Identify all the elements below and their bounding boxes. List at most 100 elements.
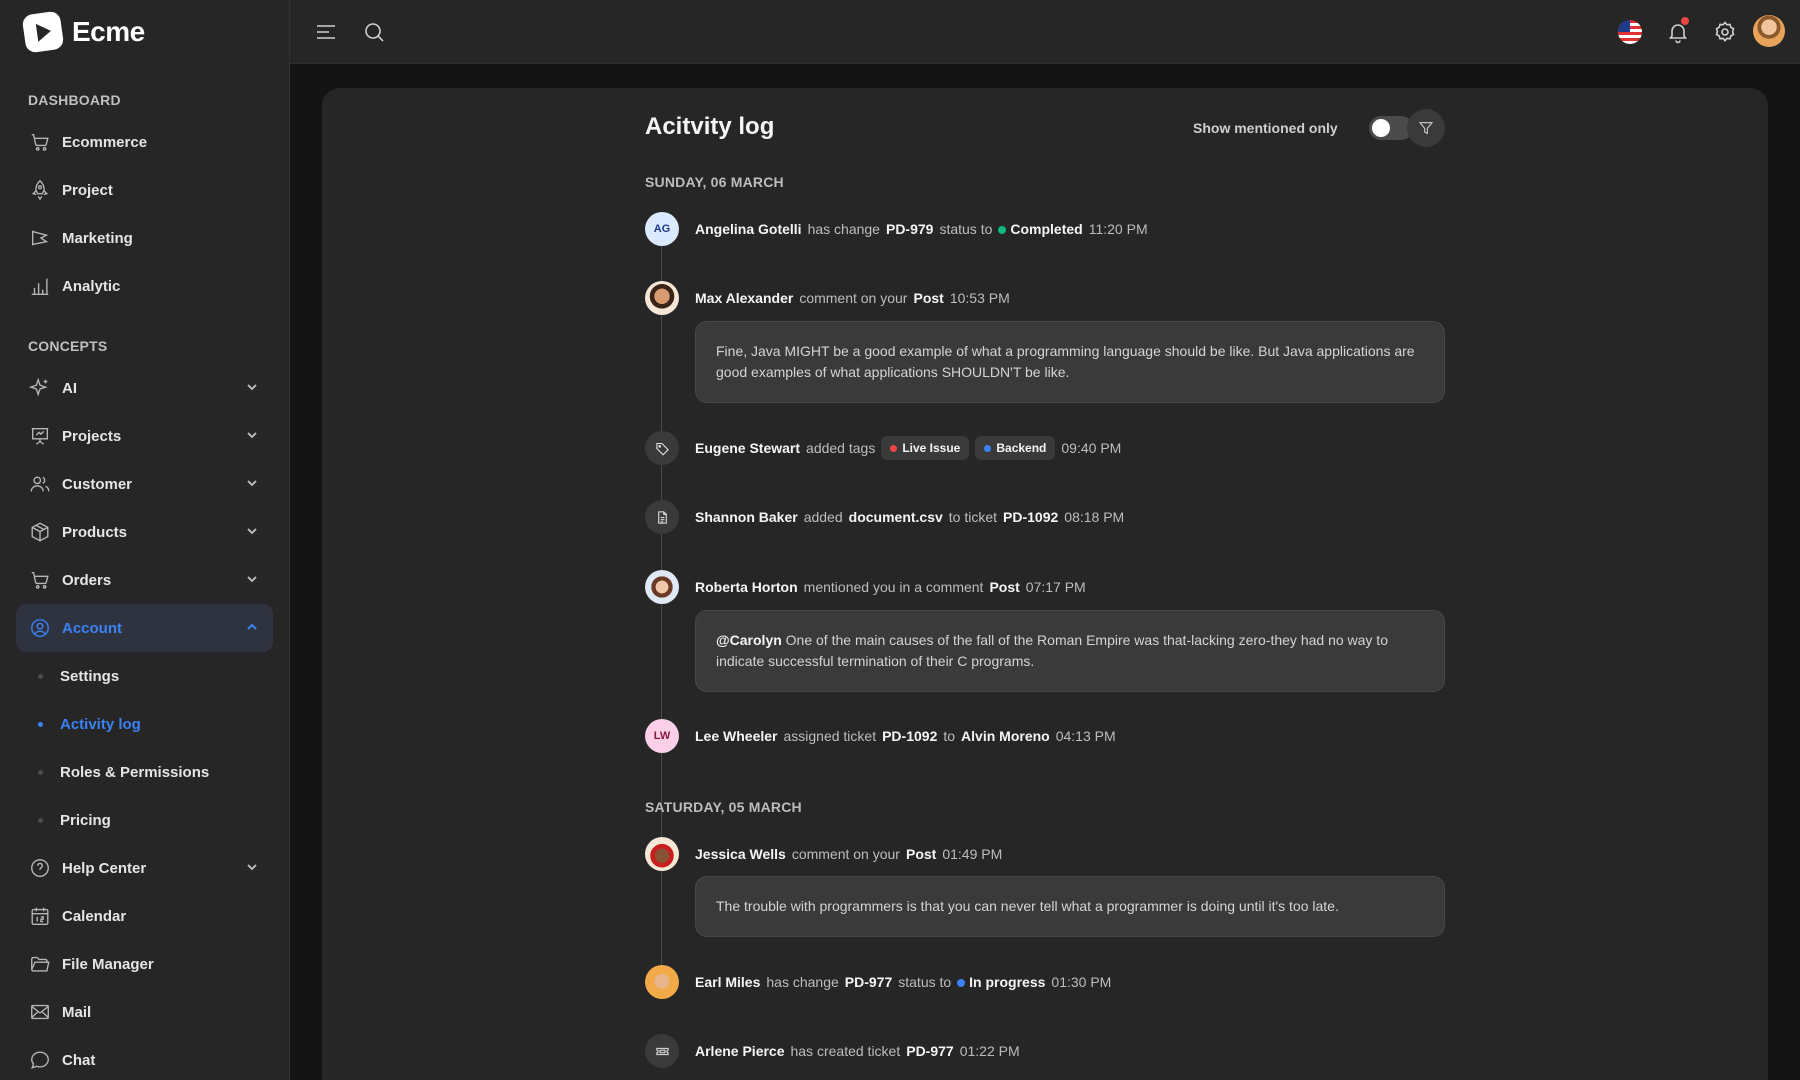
chat-icon xyxy=(28,1048,52,1072)
sidebar-subitem-settings[interactable]: Settings xyxy=(16,652,273,700)
post-link[interactable]: Post xyxy=(989,579,1019,595)
users-icon xyxy=(28,472,52,496)
sidebar: Ecme DASHBOARD Ecommerce Project Marketi… xyxy=(0,0,290,1080)
activity-action: added tags xyxy=(806,440,876,456)
post-link[interactable]: Post xyxy=(913,290,943,306)
activity-action: added xyxy=(803,509,843,525)
user-name[interactable]: Arlene Pierce xyxy=(695,1043,785,1059)
ticket-id[interactable]: PD-1092 xyxy=(1003,509,1058,525)
sidebar-item-chat[interactable]: Chat xyxy=(16,1036,273,1080)
user-name[interactable]: Jessica Wells xyxy=(695,846,786,862)
user-circle-icon xyxy=(28,616,52,640)
comment-bubble: @Carolyn One of the main causes of the f… xyxy=(695,610,1445,692)
avatar xyxy=(645,965,679,999)
filter-button[interactable] xyxy=(1407,109,1445,147)
folder-icon xyxy=(28,952,52,976)
user-name[interactable]: Max Alexander xyxy=(695,290,793,306)
assignee-name[interactable]: Alvin Moreno xyxy=(961,728,1050,744)
logo-icon xyxy=(21,10,65,54)
sidebar-subitem-activity-log[interactable]: Activity log xyxy=(16,700,273,748)
activity-action: status to xyxy=(898,974,952,990)
section-title-concepts: CONCEPTS xyxy=(28,338,108,354)
sidebar-item-calendar[interactable]: Calendar xyxy=(16,892,273,940)
search-icon[interactable] xyxy=(362,20,386,44)
ticket-id[interactable]: PD-977 xyxy=(906,1043,953,1059)
help-circle-icon xyxy=(28,856,52,880)
sidebar-item-label: Orders xyxy=(62,571,112,589)
sidebar-item-label: Products xyxy=(62,523,128,541)
activity-time: 01:30 PM xyxy=(1051,974,1112,990)
file-link[interactable]: document.csv xyxy=(849,509,943,525)
chevron-down-icon xyxy=(245,428,259,442)
user-name[interactable]: Eugene Stewart xyxy=(695,440,800,456)
section-title-dashboard: DASHBOARD xyxy=(28,92,121,108)
avatar xyxy=(645,837,679,871)
tag-badge: Backend xyxy=(975,436,1056,460)
activity-action: assigned ticket xyxy=(783,728,877,744)
mention[interactable]: @Carolyn xyxy=(716,632,782,648)
sidebar-item-products[interactable]: Products xyxy=(16,508,273,556)
sparkle-icon xyxy=(28,376,52,400)
activity-entry: Jessica Wells comment on your Post 01:49… xyxy=(695,842,1002,866)
comment-text: Fine, Java MIGHT be a good example of wh… xyxy=(716,343,1415,380)
sidebar-item-mail[interactable]: Mail xyxy=(16,988,273,1036)
tag-dot xyxy=(984,444,992,452)
document-icon xyxy=(657,510,667,524)
activity-time: 04:13 PM xyxy=(1055,728,1116,744)
user-avatar[interactable] xyxy=(1753,15,1785,47)
activity-action: status to xyxy=(939,221,993,237)
sidebar-item-label: Ecommerce xyxy=(62,133,148,151)
sidebar-subitem-pricing[interactable]: Pricing xyxy=(16,796,273,844)
sidebar-item-marketing[interactable]: Marketing xyxy=(16,214,273,262)
user-name[interactable]: Earl Miles xyxy=(695,974,760,990)
post-link[interactable]: Post xyxy=(906,846,936,862)
gear-icon[interactable] xyxy=(1713,20,1737,44)
sidebar-item-label: Projects xyxy=(62,427,122,445)
user-name[interactable]: Angelina Gotelli xyxy=(695,221,802,237)
activity-entry: Angelina Gotelli has change PD-979 statu… xyxy=(695,217,1148,241)
activity-time: 07:17 PM xyxy=(1025,579,1086,595)
sidebar-item-help-center[interactable]: Help Center xyxy=(16,844,273,892)
chevron-down-icon xyxy=(245,524,259,538)
chevron-down-icon xyxy=(245,572,259,586)
file-activity-avatar xyxy=(645,500,679,534)
user-name[interactable]: Shannon Baker xyxy=(695,509,798,525)
tag-badge: Live Issue xyxy=(881,436,970,460)
activity-action: comment on your xyxy=(799,290,908,306)
user-name[interactable]: Lee Wheeler xyxy=(695,728,777,744)
language-flag-icon[interactable] xyxy=(1618,20,1642,44)
sidebar-item-label: Chat xyxy=(62,1051,96,1069)
notification-badge xyxy=(1681,17,1689,25)
ticket-icon xyxy=(655,1047,669,1055)
page-title: Acitvity log xyxy=(645,113,775,140)
ticket-id[interactable]: PD-979 xyxy=(886,221,933,237)
activity-time: 01:22 PM xyxy=(959,1043,1020,1059)
sidebar-item-customer[interactable]: Customer xyxy=(16,460,273,508)
sidebar-item-label: Analytic xyxy=(62,277,121,295)
sidebar-subitem-roles-permissions[interactable]: Roles & Permissions xyxy=(16,748,273,796)
sidebar-item-label: File Manager xyxy=(62,955,154,973)
comment-bubble: The trouble with programmers is that you… xyxy=(695,876,1445,937)
sidebar-item-project[interactable]: Project xyxy=(16,166,273,214)
rocket-icon xyxy=(28,178,52,202)
sidebar-item-analytic[interactable]: Analytic xyxy=(16,262,273,310)
brand-logo[interactable]: Ecme xyxy=(0,0,289,64)
sidebar-item-account[interactable]: Account xyxy=(16,604,273,652)
activity-entry: Max Alexander comment on your Post 10:53… xyxy=(695,286,1010,310)
ticket-id[interactable]: PD-1092 xyxy=(882,728,937,744)
sidebar-item-file-manager[interactable]: File Manager xyxy=(16,940,273,988)
chevron-down-icon xyxy=(245,380,259,394)
activity-action: has change xyxy=(807,221,880,237)
sidebar-item-ai[interactable]: AI xyxy=(16,364,273,412)
menu-toggle-icon[interactable] xyxy=(314,20,338,44)
user-name[interactable]: Roberta Horton xyxy=(695,579,798,595)
activity-time: 01:49 PM xyxy=(942,846,1003,862)
sidebar-item-ecommerce[interactable]: Ecommerce xyxy=(16,118,273,166)
activity-entry: Shannon Baker added document.csv to tick… xyxy=(695,505,1124,529)
comment-text: One of the main causes of the fall of th… xyxy=(716,632,1388,669)
date-group-header: SATURDAY, 05 MARCH xyxy=(645,799,802,815)
mail-icon xyxy=(28,1000,52,1024)
ticket-id[interactable]: PD-977 xyxy=(845,974,892,990)
sidebar-item-projects[interactable]: Projects xyxy=(16,412,273,460)
sidebar-item-orders[interactable]: Orders xyxy=(16,556,273,604)
